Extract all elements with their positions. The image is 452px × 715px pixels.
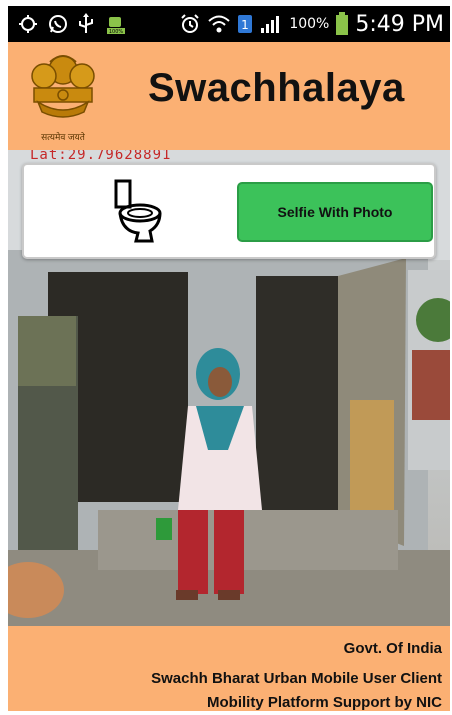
battery-percent: 100%: [289, 16, 330, 32]
captured-photo: Lat:29.79628891 Selfie With Photo: [8, 150, 450, 626]
toilet-icon: [108, 177, 164, 245]
selfie-with-photo-button[interactable]: Selfie With Photo: [237, 182, 433, 242]
svg-text:100%: 100%: [109, 29, 124, 35]
footer-govt-text: Govt. Of India: [343, 640, 442, 657]
battery-icon: [335, 12, 349, 36]
app-title: Swachhalaya: [148, 66, 405, 110]
action-card: Selfie With Photo: [22, 163, 436, 259]
emblem-caption: सत्यमेव जयते: [41, 132, 85, 142]
app-header: सत्यमेव जयते Swachhalaya: [8, 42, 450, 150]
app-footer: Govt. Of India Swachh Bharat Urban Mobil…: [8, 626, 450, 711]
signal-icon: [259, 14, 283, 34]
wifi-icon: [207, 13, 231, 35]
whatsapp-icon: [48, 14, 68, 34]
svg-text:1: 1: [241, 18, 249, 32]
footer-app-description: Swachh Bharat Urban Mobile User Client: [151, 670, 442, 687]
status-bar: 100% 1 100% 5:49 PM: [8, 6, 450, 42]
sim-icon: 1: [237, 14, 253, 34]
gps-coordinate-overlay: Lat:29.79628891: [30, 150, 172, 163]
android-icon: 100%: [104, 13, 128, 35]
clock: 5:49 PM: [355, 11, 444, 37]
phone-screen: 100% 1 100% 5:49 PM सत्यमेव जयते Swachha…: [8, 6, 450, 711]
india-emblem-logo: सत्यमेव जयते: [20, 48, 106, 146]
usb-icon: [78, 13, 94, 35]
location-icon: [18, 14, 38, 34]
alarm-icon: [179, 13, 201, 35]
footer-support-text: Mobility Platform Support by NIC: [207, 694, 442, 711]
